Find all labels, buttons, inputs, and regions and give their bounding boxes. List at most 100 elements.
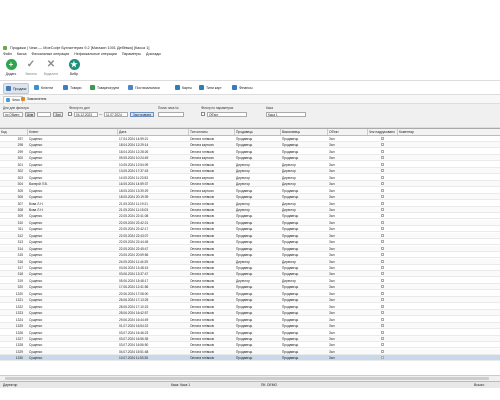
printed-checkbox[interactable]: [381, 227, 384, 231]
table-row[interactable]: 304 Валерій Л.В. 16.05.2024 14:59:37 Оплата…: [0, 181, 500, 188]
table-row[interactable]: 310 Сущенко 22.05.2024 22:42:21 Оплата готі…: [0, 219, 500, 226]
table-row[interactable]: 313 Сущенко 22.05.2024 22:44:45 Оплата готі…: [0, 239, 500, 246]
printed-checkbox[interactable]: [381, 137, 384, 140]
table-row[interactable]: 1326 Сущенко 03.07.2024 16:46:23 Оплата гот…: [0, 330, 500, 336]
menu-kassa[interactable]: Касса: [17, 52, 27, 56]
tab-clients[interactable]: Клієнти: [34, 83, 53, 92]
params-select[interactable]: Об'єкт: [207, 112, 247, 117]
days-button[interactable]: Днів: [25, 112, 35, 117]
scrollbar-thumb[interactable]: [5, 377, 489, 380]
table-row[interactable]: 1330 Сущенко 10.07.2024 11:53:35 Оплата гот…: [0, 355, 500, 362]
printed-checkbox[interactable]: [381, 201, 384, 205]
col-client[interactable]: Клієнт: [28, 129, 118, 135]
printed-checkbox[interactable]: [381, 291, 384, 295]
tab-goods[interactable]: Товари: [63, 83, 81, 92]
printed-checkbox[interactable]: [381, 233, 384, 237]
table-row[interactable]: 301 Сущенко 10.05.2024 12:54:09 Оплата готі…: [0, 162, 500, 168]
printed-checkbox[interactable]: [381, 220, 384, 224]
printed-checkbox[interactable]: [381, 278, 384, 282]
printed-checkbox[interactable]: [381, 336, 384, 340]
table-row[interactable]: 1325 Сущенко 01.07.2024 16:54:22 Оплата гот…: [0, 323, 500, 330]
edit-button[interactable]: ✓ Змінити: [23, 59, 39, 79]
tab-suppliers[interactable]: Постачальники: [128, 83, 160, 92]
table-row[interactable]: 306 Сущенко 18.05.2024 20:19:39 Оплата готі…: [0, 194, 500, 201]
table-row[interactable]: 1328 Сущенко 03.07.2024 16:56:50 Оплата гот…: [0, 342, 500, 349]
date-range-select[interactable]: по Обмен: [3, 112, 23, 117]
table-row[interactable]: 307 Вова Л.Н. 21.05.2024 11:19:21 Оплата го…: [0, 201, 500, 207]
printed-checkbox[interactable]: [381, 298, 384, 302]
date-filter-checkbox[interactable]: [68, 112, 72, 116]
table-row[interactable]: 1329 Сущенко 04.07.2024 15:51:48 Оплата гот…: [0, 348, 500, 355]
printed-checkbox[interactable]: [381, 143, 384, 147]
apply-button[interactable]: Застосувати: [130, 112, 154, 117]
col-payment[interactable]: Тип оплаты: [189, 129, 235, 135]
table-row[interactable]: 308 Вова Л.Н. 21.05.2024 11:15:03 Оплата го…: [0, 206, 500, 213]
table-row[interactable]: 1322 Сущенко 28.06.2024 17:10:23 Оплата гот…: [0, 304, 500, 310]
printed-checkbox[interactable]: [381, 214, 384, 218]
printed-checkbox[interactable]: [381, 175, 384, 179]
table-row[interactable]: 312 Сущенко 22.05.2024 22:43:07 Оплата готі…: [0, 232, 500, 239]
table-row[interactable]: 314 Сущенко 22.05.2024 22:45:47 Оплата готі…: [0, 245, 500, 252]
col-object[interactable]: Об'єкт: [328, 129, 368, 135]
tab-cards[interactable]: Карты: [175, 83, 192, 92]
menu-fiscal[interactable]: Фискальные операции: [32, 52, 70, 56]
table-row[interactable]: 1320 Сущенко 20.06.2024 17:08:00 Оплата гот…: [0, 291, 500, 297]
printed-checkbox[interactable]: [381, 246, 384, 250]
printed-checkbox[interactable]: [381, 311, 384, 315]
menu-reports[interactable]: Доклады: [146, 52, 161, 56]
table-row[interactable]: 297 Сущенко 17.04.2024 14:59:21 Оплата готі…: [0, 136, 500, 142]
table-row[interactable]: 302 Сущенко 13.05.2024 17:37:43 Оплата готі…: [0, 168, 500, 175]
tab-groups[interactable]: Товарногрупи: [90, 83, 119, 92]
table-row[interactable]: 316 Сущенко 24.05.2024 11:44:29 Оплата готі…: [0, 258, 500, 265]
printed-checkbox[interactable]: [381, 240, 384, 244]
printed-checkbox[interactable]: [381, 162, 384, 166]
unit-button[interactable]: Зал: [53, 112, 63, 117]
col-comment[interactable]: Коментар: [398, 129, 500, 135]
check-number-input[interactable]: [158, 112, 184, 117]
col-date[interactable]: Дата: [118, 129, 189, 135]
table-row[interactable]: 319 Сущенко 05.06.2024 15:48:17 Оплата готі…: [0, 278, 500, 284]
menu-params[interactable]: Параметры: [122, 52, 141, 56]
tab-sales[interactable]: Продажі: [3, 83, 30, 94]
table-row[interactable]: 309 Сущенко 22.05.2024 22:41:08 Оплата готі…: [0, 213, 500, 220]
printed-checkbox[interactable]: [381, 317, 384, 321]
table-row[interactable]: 317 Сущенко 03.06.2024 13:48:15 Оплата готі…: [0, 265, 500, 271]
table-row[interactable]: 298 Сущенко 18.04.2024 12:29:14 Оплата карт…: [0, 142, 500, 149]
add-button[interactable]: + Додать: [3, 59, 19, 79]
table-row[interactable]: 1323 Сущенко 28.06.2024 16:42:57 Оплата гот…: [0, 310, 500, 317]
printed-checkbox[interactable]: [381, 195, 384, 199]
printed-checkbox[interactable]: [381, 304, 384, 308]
tab-finance[interactable]: Фінансы: [232, 83, 253, 92]
select-button[interactable]: ★ Вибір: [66, 59, 82, 79]
date-to-input[interactable]: 11.07.2024: [104, 112, 128, 117]
table-row[interactable]: 303 Сущенко 14.05.2024 11:23:53 Оплата карт…: [0, 175, 500, 181]
printed-checkbox[interactable]: [381, 207, 384, 211]
kassa-select[interactable]: Каса 1: [266, 112, 306, 117]
tab-checks[interactable]: Чеки: [3, 96, 23, 103]
printed-checkbox[interactable]: [381, 182, 384, 186]
date-from-input[interactable]: 04.12.2023: [74, 112, 98, 117]
table-row[interactable]: 315 Сущенко 23.05.2024 20:59:56 Оплата готі…: [0, 252, 500, 259]
printed-checkbox[interactable]: [381, 349, 384, 353]
table-row[interactable]: 1324 Сущенко 29.06.2024 16:44:49 Оплата гот…: [0, 317, 500, 323]
table-row[interactable]: 305 Сущенко 18.05.2024 13:39:29 Оплата карт…: [0, 188, 500, 194]
printed-checkbox[interactable]: [381, 356, 384, 360]
col-printed[interactable]: Чек надруковано: [368, 129, 398, 135]
printed-checkbox[interactable]: [381, 253, 384, 257]
table-row[interactable]: 300 Сущенко 09.05.2024 10:24:49 Оплата карт…: [0, 155, 500, 162]
table-row[interactable]: 320 Сущенко 17.06.2024 12:41:56 Оплата готі…: [0, 284, 500, 291]
table-row[interactable]: 311 Сущенко 22.05.2024 22:42:17 Оплата готі…: [0, 226, 500, 233]
col-code[interactable]: Код: [0, 129, 28, 135]
table-row[interactable]: 299 Сущенко 18.04.2024 12:28:26 Оплата готі…: [0, 149, 500, 155]
params-filter-checkbox[interactable]: [201, 112, 205, 116]
table-row[interactable]: 1327 Сущенко 03.07.2024 16:56:35 Оплата гот…: [0, 335, 500, 342]
printed-checkbox[interactable]: [381, 188, 384, 192]
printed-checkbox[interactable]: [381, 324, 384, 328]
menu-file[interactable]: Файл: [3, 52, 12, 56]
printed-checkbox[interactable]: [381, 272, 384, 276]
delete-button[interactable]: ✕ Видалити: [43, 59, 59, 79]
printed-checkbox[interactable]: [381, 156, 384, 160]
table-row[interactable]: 1321 Сущенко 26.06.2024 17:13:25 Оплата гот…: [0, 297, 500, 304]
printed-checkbox[interactable]: [381, 169, 384, 173]
printed-checkbox[interactable]: [381, 259, 384, 263]
